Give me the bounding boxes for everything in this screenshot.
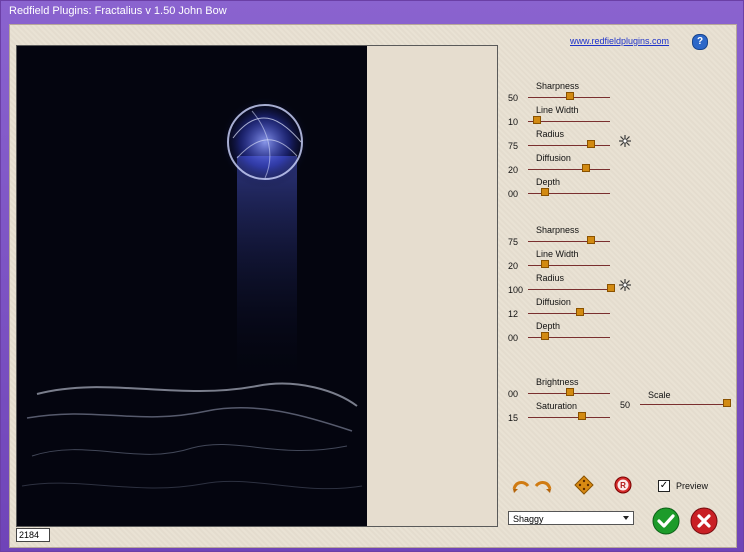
slider-track[interactable] [528,241,610,242]
slider-label: Scale [648,390,671,400]
slider-value: 75 [508,141,519,151]
slider-value: 100 [508,285,524,295]
slider-label: Depth [536,177,561,187]
slider-thumb[interactable] [578,412,587,420]
preview-frame[interactable] [16,45,498,527]
slider-value: 10 [508,117,519,127]
group1-radius-slider[interactable]: Radius 75 [508,129,614,151]
group2-radius-slider[interactable]: Radius 100 [508,273,615,295]
slider-track[interactable] [528,265,610,266]
slider-track[interactable] [640,404,726,405]
slider-track[interactable] [528,193,610,194]
reset-icon[interactable]: R [614,476,632,494]
client-area: 2184 www.redfieldplugins.com ? Sharpness… [9,24,737,548]
slider-label: Depth [536,321,561,331]
checkmark-icon [652,507,680,535]
slider-value: 75 [508,237,519,247]
chevron-down-icon-svg [623,516,629,520]
slider-value: 20 [508,165,519,175]
slider-label: Brightness [536,377,579,387]
slider-value: 50 [620,400,631,410]
burst-icon-svg [619,135,631,147]
resolution-readout: 2184 [16,528,50,542]
dice-icon[interactable] [574,475,594,495]
slider-label: Diffusion [536,153,571,163]
slider-value: 00 [508,333,519,343]
burst-icon[interactable] [618,278,632,292]
slider-label: Sharpness [536,81,580,91]
chevron-down-icon [621,513,631,523]
group2-diffusion-slider[interactable]: Diffusion 12 [508,297,614,319]
rotate-right-icon[interactable] [532,477,552,493]
group1-diffusion-slider[interactable]: Diffusion 20 [508,153,614,175]
preset-selected-value: Shaggy [513,514,544,524]
slider-thumb[interactable] [566,388,574,396]
slider-track[interactable] [528,337,610,338]
slider-label: Diffusion [536,297,571,307]
group2-line-width-slider[interactable]: Line Width 20 [508,249,614,271]
reset-icon-svg: R [614,476,632,494]
rotate-right-icon-svg [534,481,552,493]
slider-track[interactable] [528,145,610,146]
rotate-left-icon-svg [512,481,530,493]
group1-sharpness-slider[interactable]: Sharpness 50 [508,81,614,103]
plugin-window: Redfield Plugins: Fractalius v 1.50 John… [0,0,744,552]
slider-track[interactable] [528,417,610,418]
slider-thumb[interactable] [582,164,591,172]
slider-label: Radius [536,273,565,283]
slider-value: 00 [508,189,519,199]
group1-depth-slider[interactable]: Depth 00 [508,177,614,199]
slider-label: Line Width [536,105,579,115]
preview-image[interactable] [17,46,367,526]
website-link[interactable]: www.redfieldplugins.com [570,36,669,46]
slider-thumb[interactable] [541,188,550,196]
slider-value: 00 [508,389,519,399]
slider-thumb[interactable] [607,284,615,292]
help-icon[interactable]: ? [692,34,708,50]
cancel-button[interactable] [690,507,718,535]
preview-checkbox[interactable]: ✓ [658,480,670,492]
burst-icon[interactable] [618,134,632,148]
slider-thumb[interactable] [533,116,542,124]
slider-thumb[interactable] [586,140,595,148]
scale-slider[interactable]: Scale 50 [620,390,731,412]
slider-track[interactable] [528,289,610,290]
title-bar[interactable]: Redfield Plugins: Fractalius v 1.50 John… [1,1,743,23]
slider-label: Saturation [536,401,578,411]
group2-sharpness-slider[interactable]: Sharpness 75 [508,225,614,247]
dice-icon-svg [574,475,594,495]
slider-thumb[interactable] [566,92,574,100]
slider-track[interactable] [528,169,610,170]
slider-value: 50 [508,93,519,103]
preset-select[interactable]: Shaggy [508,511,634,525]
slider-value: 20 [508,261,519,271]
burst-icon-svg [619,279,631,291]
ok-button[interactable] [652,507,680,535]
slider-label: Line Width [536,249,579,259]
fractal-preview-svg [17,46,367,526]
slider-thumb[interactable] [723,399,731,407]
slider-value: 15 [508,413,519,423]
saturation-slider[interactable]: Saturation 15 [508,401,614,423]
preview-label: Preview [676,481,709,491]
brightness-slider[interactable]: Brightness 00 [508,377,614,399]
group1-line-width-slider[interactable]: Line Width 10 [508,105,614,127]
slider-label: Sharpness [536,225,580,235]
slider-label: Radius [536,129,565,139]
slider-value: 12 [508,309,519,319]
group2-depth-slider[interactable]: Depth 00 [508,321,614,343]
svg-text:R: R [620,481,626,490]
slider-thumb[interactable] [541,332,550,340]
slider-thumb[interactable] [575,308,584,316]
rotate-left-icon[interactable] [512,477,532,493]
window-title: Redfield Plugins: Fractalius v 1.50 John… [9,5,227,17]
slider-thumb[interactable] [586,236,595,244]
slider-track[interactable] [528,313,610,314]
close-icon [690,507,718,535]
slider-thumb[interactable] [541,260,550,268]
